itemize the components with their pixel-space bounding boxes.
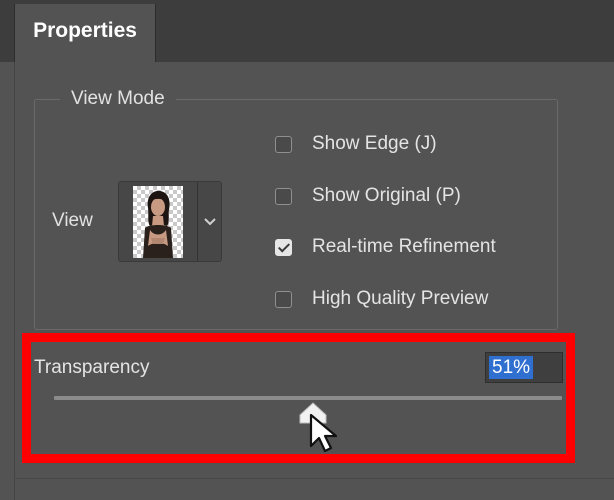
panel-edge: [14, 62, 15, 500]
panel-divider: [14, 478, 614, 479]
realtime-refinement-checkbox[interactable]: [275, 238, 292, 256]
show-original-label: Show Original (P): [312, 185, 461, 206]
view-mode-dropdown[interactable]: [118, 181, 222, 262]
option-show-edge[interactable]: Show Edge (J): [275, 130, 437, 158]
dropdown-separator: [197, 182, 198, 261]
chevron-down-icon[interactable]: [199, 182, 221, 261]
view-mode-legend: View Mode: [60, 86, 176, 112]
portrait-icon: [143, 190, 173, 258]
show-original-checkbox[interactable]: [275, 187, 292, 205]
tab-properties[interactable]: Properties: [14, 4, 156, 62]
highlight-annotation-box: [22, 333, 575, 463]
realtime-refinement-label: Real-time Refinement: [312, 236, 496, 257]
high-quality-preview-checkbox[interactable]: [275, 290, 292, 308]
option-high-quality-preview[interactable]: High Quality Preview: [275, 285, 488, 313]
view-mode-thumbnail[interactable]: [133, 186, 183, 258]
high-quality-preview-label: High Quality Preview: [312, 288, 489, 309]
panel-tab-bar: Properties: [0, 0, 614, 62]
view-label: View: [52, 210, 93, 231]
show-edge-checkbox[interactable]: [275, 135, 292, 153]
option-show-original[interactable]: Show Original (P): [275, 182, 461, 210]
option-realtime-refinement[interactable]: Real-time Refinement: [275, 233, 496, 261]
show-edge-label: Show Edge (J): [312, 133, 437, 154]
